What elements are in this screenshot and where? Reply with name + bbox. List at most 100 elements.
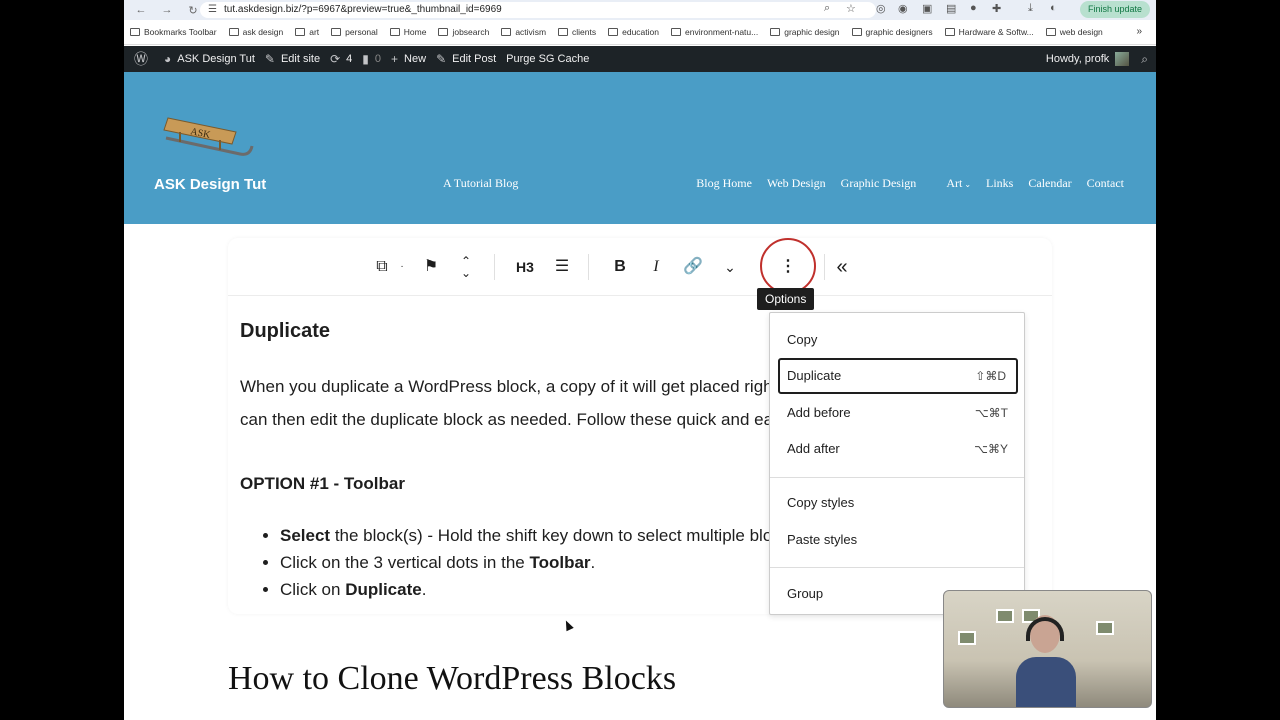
folder-icon xyxy=(438,28,449,36)
folder-icon xyxy=(389,28,400,36)
avatar[interactable] xyxy=(1115,52,1130,66)
option-heading[interactable]: OPTION #1 - Toolbar xyxy=(240,474,405,494)
back-icon[interactable]: ← xyxy=(132,4,150,16)
extension-icon[interactable]: ▣ xyxy=(922,2,932,15)
more-bookmarks-icon[interactable]: » xyxy=(1136,26,1142,37)
extension-icon[interactable]: ● xyxy=(970,2,977,14)
admin-comments[interactable]: ▮ 0 xyxy=(362,52,381,66)
align-icon[interactable]: ☰ xyxy=(550,255,574,279)
menu-divider xyxy=(770,567,1024,568)
zoom-icon[interactable]: ⌕ xyxy=(824,2,830,15)
extension-icon[interactable]: ◉ xyxy=(898,2,908,15)
admin-purge-cache[interactable]: Purge SG Cache xyxy=(506,53,589,65)
wordpress-logo-icon[interactable]: Ⓦ xyxy=(134,49,154,69)
options-tooltip: Options xyxy=(757,288,815,310)
list-item: Click on Duplicate. xyxy=(280,576,803,603)
nav-art[interactable]: Art ⌄ xyxy=(931,176,971,191)
sled-logo-icon[interactable]: ASK xyxy=(160,100,256,160)
admin-new[interactable]: + New xyxy=(391,52,426,66)
admin-edit-post[interactable]: ✎ Edit Post xyxy=(436,52,496,66)
bookmark-item[interactable]: art xyxy=(295,27,319,37)
chevron-down-icon: ⌄ xyxy=(964,180,972,189)
list-item: Click on the 3 vertical dots in the Tool… xyxy=(280,549,803,576)
menu-divider xyxy=(770,477,1024,478)
folder-icon xyxy=(295,28,306,36)
steps-list[interactable]: Select the block(s) - Hold the shift key… xyxy=(280,522,803,603)
heading-level-button[interactable]: H3 xyxy=(510,255,540,279)
folder-icon xyxy=(331,28,342,36)
bookmark-item[interactable]: jobsearch xyxy=(438,27,489,37)
bold-icon[interactable]: B xyxy=(608,255,632,279)
nav-calendar[interactable]: Calendar xyxy=(1028,176,1071,191)
bookmark-item[interactable]: Hardware & Softw... xyxy=(944,27,1034,37)
menu-item-add-after[interactable]: Add after ⌥⌘Y xyxy=(778,431,1018,467)
copy-block-icon[interactable]: ⧉ xyxy=(370,255,394,279)
dashboard-icon: ◕ xyxy=(164,52,172,66)
address-bar[interactable]: ☰ tut.askdesign.biz/?p=6967&preview=true… xyxy=(200,2,876,18)
bookmark-item[interactable]: Bookmarks Toolbar xyxy=(130,27,217,37)
bookmark-item[interactable]: graphic design xyxy=(770,27,840,37)
folder-icon xyxy=(671,28,681,36)
brush-icon: ✎ xyxy=(264,52,275,66)
plus-icon: + xyxy=(391,52,399,66)
nav-web-design[interactable]: Web Design xyxy=(767,176,826,191)
updates-icon: ⟳ xyxy=(330,52,341,66)
drag-handle-icon[interactable]: · xyxy=(398,255,406,279)
collapse-icon[interactable]: « xyxy=(830,255,854,279)
chevron-down-icon[interactable]: ⌄ xyxy=(718,255,742,279)
browser-toolbar: ← → ↻ ☰ tut.askdesign.biz/?p=6967&previe… xyxy=(124,0,1156,20)
bookmark-item[interactable]: personal xyxy=(331,27,378,37)
bookmark-icon[interactable]: ⚑ xyxy=(420,255,442,279)
bookmark-item[interactable]: web design xyxy=(1045,27,1103,37)
menu-item-add-before[interactable]: Add before ⌥⌘T xyxy=(778,395,1018,431)
extension-icon[interactable]: ◎ xyxy=(876,2,886,15)
url-text: tut.askdesign.biz/?p=6967&preview=true&_… xyxy=(224,4,502,15)
bookmark-item[interactable]: clients xyxy=(558,27,596,37)
forward-icon[interactable]: → xyxy=(158,4,176,16)
options-menu: Copy Duplicate ⇧⌘D Add before ⌥⌘T Add afte… xyxy=(769,312,1025,615)
star-icon[interactable]: ☆ xyxy=(846,2,856,15)
extension-icon[interactable]: ▤ xyxy=(946,2,956,15)
bookmark-item[interactable]: education xyxy=(608,27,659,37)
block-toolbar: ⧉ · ⚑ ⌃ ⌄ H3 ☰ B I 🔗 ⌄ ⋮ « Options xyxy=(228,238,1052,310)
finish-update-button[interactable]: Finish update xyxy=(1079,1,1150,18)
download-icon[interactable]: ⤓ xyxy=(1028,2,1033,15)
main-navigation: Blog Home Web Design Graphic Design Art ⌄… xyxy=(681,176,1124,191)
link-icon[interactable]: 🔗 xyxy=(680,255,706,279)
howdy-text[interactable]: Howdy, profk xyxy=(1046,53,1109,65)
admin-edit-site[interactable]: ✎ Edit site xyxy=(265,52,320,66)
folder-icon xyxy=(851,28,862,36)
menu-item-copy[interactable]: Copy xyxy=(778,322,1018,358)
nav-blog-home[interactable]: Blog Home xyxy=(696,176,752,191)
nav-links[interactable]: Links xyxy=(986,176,1013,191)
menu-item-duplicate[interactable]: Duplicate ⇧⌘D xyxy=(778,358,1018,394)
italic-icon[interactable]: I xyxy=(644,255,668,279)
admin-site-name[interactable]: ◕ ASK Design Tut xyxy=(164,52,255,66)
admin-updates[interactable]: ⟳ 4 xyxy=(330,52,352,66)
menu-item-paste-styles[interactable]: Paste styles xyxy=(778,522,1018,558)
folder-icon xyxy=(770,28,781,36)
bookmark-item[interactable]: ask design xyxy=(228,27,283,37)
admin-account: Howdy, profk ⌕ xyxy=(1046,46,1148,72)
nav-graphic-design[interactable]: Graphic Design xyxy=(841,176,917,191)
search-icon[interactable]: ⌕ xyxy=(1141,52,1148,67)
bookmark-item[interactable]: Home xyxy=(389,27,426,37)
profile-icon[interactable]: ◐ xyxy=(1050,2,1057,14)
bookmark-item[interactable]: graphic designers xyxy=(851,27,933,37)
site-tagline: A Tutorial Blog xyxy=(443,176,519,190)
site-title[interactable]: ASK Design Tut xyxy=(154,176,266,193)
folder-icon xyxy=(228,28,239,36)
post-title[interactable]: How to Clone WordPress Blocks xyxy=(228,660,676,698)
site-info-icon[interactable]: ☰ xyxy=(208,2,217,18)
folder-icon xyxy=(558,28,569,36)
nav-contact[interactable]: Contact xyxy=(1087,176,1124,191)
folder-icon xyxy=(608,28,619,36)
bookmark-item[interactable]: environment-natu... xyxy=(671,27,758,37)
puzzle-icon[interactable]: ✚ xyxy=(992,2,1001,15)
bookmark-item[interactable]: activism xyxy=(501,27,546,37)
headset-icon xyxy=(1026,617,1064,641)
move-up-down-icon[interactable]: ⌃ ⌄ xyxy=(454,255,478,279)
folder-icon xyxy=(944,28,955,36)
wp-admin-bar: Ⓦ ◕ ASK Design Tut ✎ Edit site ⟳ 4 ▮ 0 + New … xyxy=(124,46,1156,72)
menu-item-copy-styles[interactable]: Copy styles xyxy=(778,485,1018,521)
